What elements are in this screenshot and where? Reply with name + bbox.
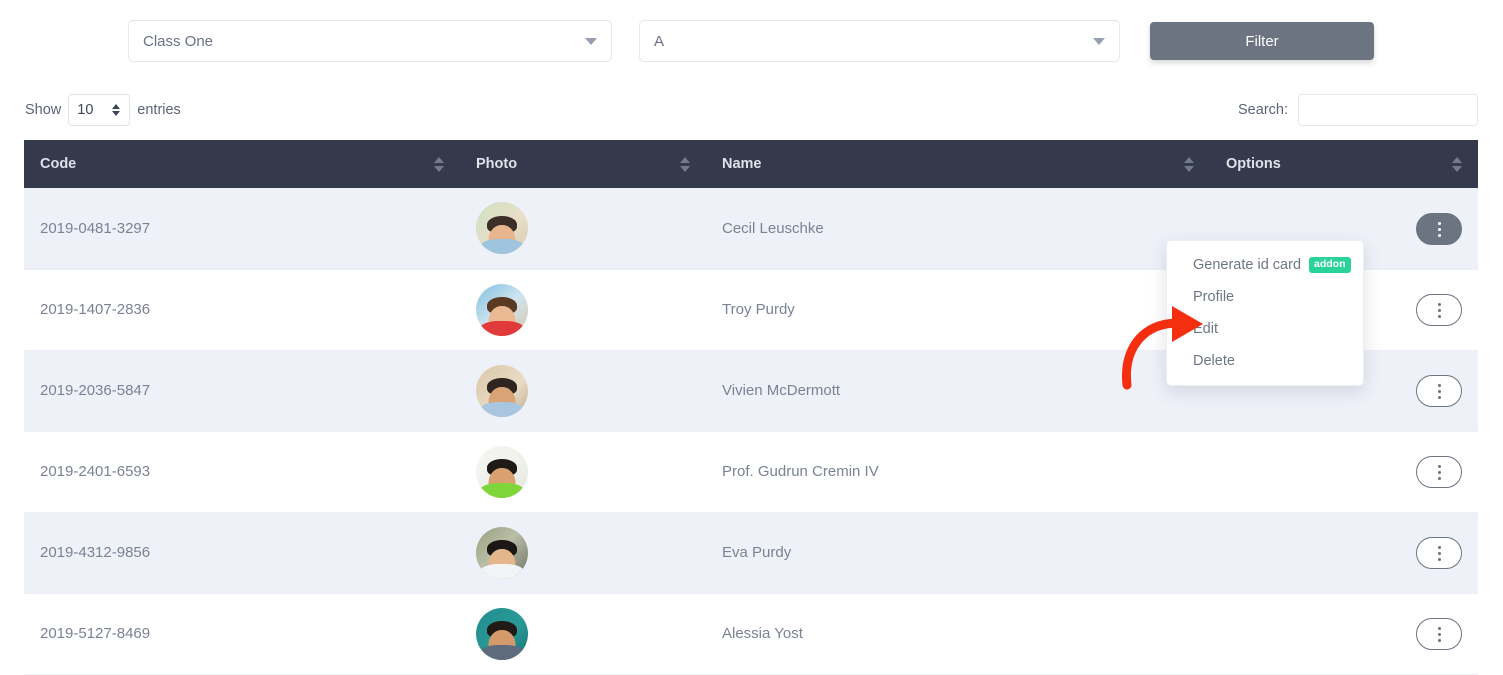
chevron-down-icon [585,38,597,45]
sort-icon[interactable] [434,157,444,172]
cell-code: 2019-4312-9856 [24,512,460,593]
sort-icon[interactable] [680,157,690,172]
cell-photo [460,350,706,431]
table-row: 2019-2401-6593 Prof. Gudrun Cremin IV [24,431,1478,512]
avatar [476,365,528,417]
cell-options [1210,593,1478,674]
cell-name: Eva Purdy [706,512,1210,593]
column-header-options[interactable]: Options [1210,140,1478,188]
entries-label: entries [137,102,181,118]
row-options-button[interactable] [1416,618,1462,650]
cell-code: 2019-0481-3297 [24,188,460,269]
cell-name: Vivien McDermott [706,350,1210,431]
filter-bar: Class One A Filter [0,0,1503,80]
menu-item-generate-id-card[interactable]: Generate id card addon [1167,249,1363,281]
table-header-row: Code Photo Name [24,140,1478,188]
cell-photo [460,188,706,269]
show-label: Show [25,102,61,118]
kebab-menu-icon [1438,384,1441,399]
row-options-button[interactable] [1416,213,1462,245]
menu-item-delete[interactable]: Delete [1167,345,1363,377]
entries-length-value: 10 [77,102,93,118]
cell-photo [460,512,706,593]
cell-photo [460,431,706,512]
page-root: Class One A Filter Show 10 entries Searc… [0,0,1503,675]
search-control: Search: [1238,94,1478,126]
column-header-code-label: Code [40,156,76,172]
cell-name: Prof. Gudrun Cremin IV [706,431,1210,512]
cell-options [1210,431,1478,512]
entries-length-select[interactable]: 10 [68,94,130,126]
cell-code: 2019-2401-6593 [24,431,460,512]
row-options-button[interactable] [1416,375,1462,407]
cell-photo [460,593,706,674]
search-input[interactable] [1298,94,1478,126]
cell-code: 2019-2036-5847 [24,350,460,431]
students-table: Code Photo Name [24,140,1478,675]
menu-item-generate-id-card-label: Generate id card [1193,257,1301,273]
table-row: 2019-5127-8469 Alessia Yost [24,593,1478,674]
table-head: Code Photo Name [24,140,1478,188]
menu-item-profile[interactable]: Profile [1167,281,1363,313]
column-header-name-label: Name [722,156,762,172]
filter-button[interactable]: Filter [1150,22,1374,60]
avatar [476,608,528,660]
menu-item-profile-label: Profile [1193,289,1234,305]
row-options-button[interactable] [1416,456,1462,488]
cell-name: Troy Purdy [706,269,1210,350]
row-options-button[interactable] [1416,294,1462,326]
table-row: 2019-4312-9856 Eva Purdy [24,512,1478,593]
search-label: Search: [1238,102,1288,118]
class-select-value: Class One [143,33,585,50]
avatar [476,446,528,498]
addon-badge: addon [1309,257,1351,273]
menu-item-edit[interactable]: Edit [1167,313,1363,345]
avatar [476,202,528,254]
row-options-button[interactable] [1416,537,1462,569]
cell-code: 2019-1407-2836 [24,269,460,350]
table-controls: Show 10 entries Search: [0,80,1503,142]
section-select-value: A [654,33,1093,50]
cell-name: Cecil Leuschke [706,188,1210,269]
cell-photo [460,269,706,350]
kebab-menu-icon [1438,465,1441,480]
row-options-dropdown: Generate id card addon Profile Edit Dele… [1166,240,1364,386]
kebab-menu-icon [1438,546,1441,561]
column-header-photo-label: Photo [476,156,517,172]
kebab-menu-icon [1438,303,1441,318]
column-header-options-label: Options [1226,156,1281,172]
avatar [476,284,528,336]
section-select[interactable]: A [639,20,1120,62]
stepper-arrows-icon [112,104,120,116]
sort-icon[interactable] [1184,157,1194,172]
cell-code: 2019-5127-8469 [24,593,460,674]
avatar [476,527,528,579]
chevron-down-icon [1093,38,1105,45]
sort-icon[interactable] [1452,157,1462,172]
column-header-code[interactable]: Code [24,140,460,188]
show-entries-control: Show 10 entries [25,94,181,126]
kebab-menu-icon [1438,627,1441,642]
menu-item-delete-label: Delete [1193,353,1235,369]
cell-name: Alessia Yost [706,593,1210,674]
class-select[interactable]: Class One [128,20,612,62]
kebab-menu-icon [1438,222,1441,237]
column-header-name[interactable]: Name [706,140,1210,188]
menu-item-edit-label: Edit [1193,321,1218,337]
cell-options [1210,512,1478,593]
column-header-photo[interactable]: Photo [460,140,706,188]
